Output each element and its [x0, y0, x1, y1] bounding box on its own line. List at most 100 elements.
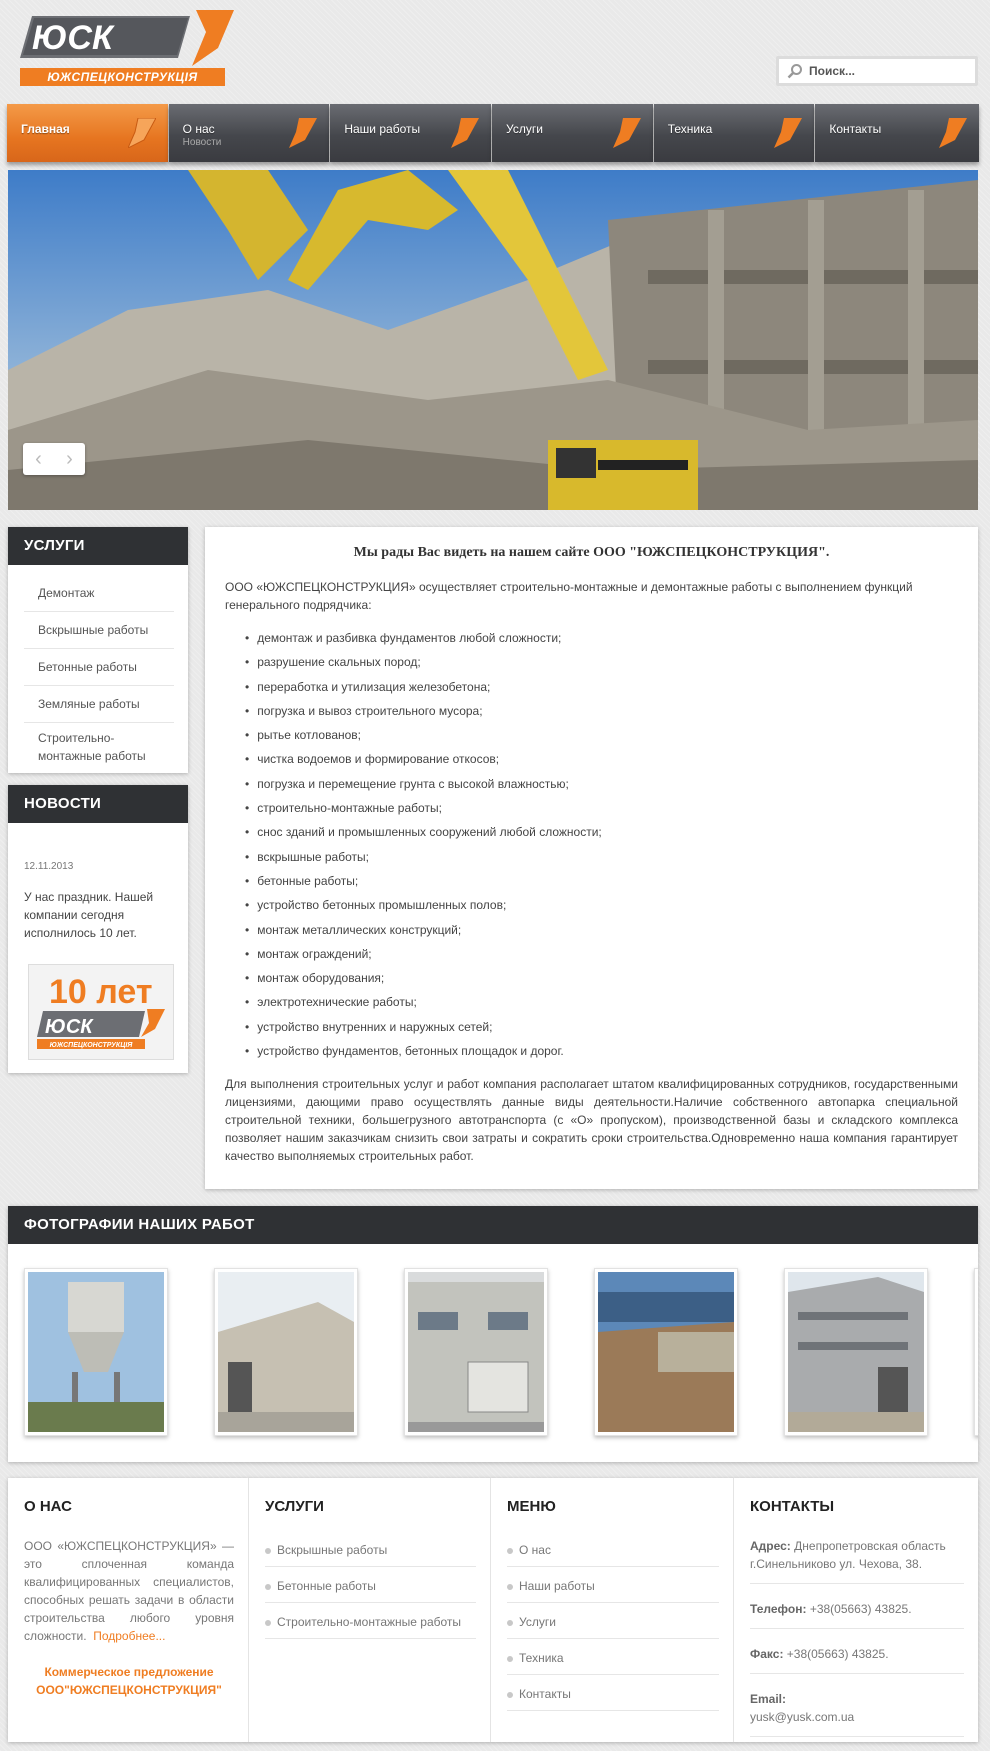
slider-prev-button[interactable]: ‹: [23, 443, 54, 475]
service-bullet-item: рытье котлованов;: [245, 723, 958, 747]
service-bullet-item: устройство фундаментов, бетонных площадо…: [245, 1039, 958, 1063]
footer-services-item[interactable]: Бетонные работы: [265, 1573, 476, 1603]
photo-thumbnail[interactable]: [24, 1268, 168, 1436]
footer-menu-item[interactable]: Техника: [507, 1645, 719, 1675]
site-logo[interactable]: ЮСК ЮЖСПЕЦКОНСТРУКЦІЯ: [20, 8, 240, 88]
footer-menu-item[interactable]: Контакты: [507, 1681, 719, 1711]
anniversary-image[interactable]: 10 лет ЮСК ЮЖСПЕЦКОНСТРУКЦІЯ: [28, 964, 174, 1060]
footer-services: УСЛУГИ Вскрышные работы Бетонные работы …: [249, 1478, 491, 1742]
main-nav: Главная О нас Новости Наши работы Услуги…: [7, 104, 980, 162]
nav-item-equipment[interactable]: Техника: [653, 104, 815, 162]
intro-text: ООО «ЮЖСПЕЦКОНСТРУКЦИЯ» осуществляет стр…: [225, 580, 913, 612]
footer-services-item[interactable]: Строительно-монтажные работы: [265, 1609, 476, 1639]
services-item-construction[interactable]: Строительно-монтажные работы: [24, 723, 174, 774]
services-item-demolition[interactable]: Демонтаж: [24, 575, 174, 612]
photo-thumbnail[interactable]: [214, 1268, 358, 1436]
footer-services-title: УСЛУГИ: [265, 1498, 324, 1515]
contact-fax: Факс: +38(05663) 43825.: [750, 1645, 964, 1674]
services-item-earthworks[interactable]: Земляные работы: [24, 686, 174, 723]
service-bullet-item: монтаж ограждений;: [245, 942, 958, 966]
slider-controls: ‹ ›: [23, 443, 85, 475]
photo-thumbnail[interactable]: [784, 1268, 928, 1436]
nav-label: Техника: [667, 122, 713, 136]
photos-title: ФОТОГРАФИИ НАШИХ РАБОТ: [8, 1206, 978, 1244]
contact-address: Адрес: Днепропетровская область г.Синель…: [750, 1537, 964, 1584]
nav-label: О нас: [182, 122, 215, 136]
nav-item-contacts[interactable]: Контакты: [815, 104, 980, 162]
services-item-stripping[interactable]: Вскрышные работы: [24, 612, 174, 649]
photos-panel: ФОТОГРАФИИ НАШИХ РАБОТ: [8, 1206, 978, 1462]
main-content: Мы рады Вас видеть на нашем сайте ООО "Ю…: [205, 527, 978, 1189]
search-box[interactable]: [776, 56, 978, 86]
footer-menu-title: МЕНЮ: [507, 1498, 556, 1515]
footer-menu-item[interactable]: О нас: [507, 1537, 719, 1567]
news-date: 12.11.2013: [24, 861, 74, 872]
photo-thumbnail[interactable]: [404, 1268, 548, 1436]
contact-phone: Телефон: +38(05663) 43825.: [750, 1600, 964, 1629]
read-more-link[interactable]: Подробнее...: [93, 1629, 165, 1643]
footer-about-paragraph: ООО «ЮЖСПЕЦКОНСТРУКЦИЯ» — это сплоченная…: [24, 1537, 234, 1645]
fax-value: +38(05663) 43825.: [786, 1647, 889, 1661]
photo-image: [408, 1272, 544, 1432]
service-bullet-item: монтаж металлических конструкций;: [245, 918, 958, 942]
slider-next-button[interactable]: ›: [54, 443, 85, 475]
commercial-offer-link[interactable]: Коммерческое предложение ООО"ЮЖСПЕЦКОНСТ…: [24, 1663, 234, 1699]
footer-services-item[interactable]: Вскрышные работы: [265, 1537, 476, 1567]
services-list: Демонтаж Вскрышные работы Бетонные работ…: [8, 565, 188, 774]
service-bullet-item: переработка и утилизация железобетона;: [245, 675, 958, 699]
services-item-concrete[interactable]: Бетонные работы: [24, 649, 174, 686]
service-bullet-item: погрузка и перемещение грунта с высокой …: [245, 772, 958, 796]
photo-thumbnail[interactable]: [974, 1268, 978, 1436]
news-panel: НОВОСТИ 12.11.2013 У нас праздник. Нашей…: [8, 785, 188, 1073]
slash-icon: [451, 118, 480, 148]
email-link[interactable]: yusk@yusk.com.ua: [750, 1710, 854, 1724]
footer-menu-item[interactable]: Наши работы: [507, 1573, 719, 1603]
email-label: Email:: [750, 1692, 787, 1706]
outro-text: Для выполнения строительных услуг и рабо…: [225, 1077, 958, 1164]
logo-mark: ЮСК: [20, 10, 234, 66]
footer-about-text: ООО «ЮЖСПЕЦКОНСТРУКЦИЯ» — это сплоченная…: [24, 1539, 234, 1643]
logo-tagline: ЮЖСПЕЦКОНСТРУКЦІЯ: [20, 68, 225, 86]
slash-icon: [612, 118, 641, 148]
hero-slider[interactable]: [8, 170, 978, 510]
phone-value: +38(05663) 43825.: [809, 1602, 912, 1616]
footer-menu-list: О нас Наши работы Услуги Техника Контакт…: [507, 1537, 719, 1711]
photo-thumbnail[interactable]: [594, 1268, 738, 1436]
nav-item-about[interactable]: О нас Новости: [168, 104, 330, 162]
search-input[interactable]: [809, 64, 959, 78]
footer-menu-item[interactable]: Услуги: [507, 1609, 719, 1639]
nav-item-works[interactable]: Наши работы: [330, 104, 492, 162]
badge-title: 10 лет: [49, 973, 153, 1011]
service-bullet-item: снос зданий и промышленных сооружений лю…: [245, 820, 958, 844]
anniversary-logo: 10 лет ЮСК ЮЖСПЕЦКОНСТРУКЦІЯ: [37, 973, 165, 1049]
nav-label: Услуги: [506, 122, 543, 136]
photo-image: [788, 1272, 924, 1432]
service-bullet-item: монтаж оборудования;: [245, 966, 958, 990]
address-label: Адрес:: [750, 1539, 791, 1553]
footer-menu: МЕНЮ О нас Наши работы Услуги Техника Ко…: [491, 1478, 734, 1742]
service-bullet-item: электротехнические работы;: [245, 990, 958, 1014]
phone-label: Телефон:: [750, 1602, 807, 1616]
footer: О НАС ООО «ЮЖСПЕЦКОНСТРУКЦИЯ» — это спло…: [8, 1478, 978, 1742]
footer-about: О НАС ООО «ЮЖСПЕЦКОНСТРУКЦИЯ» — это спло…: [8, 1478, 249, 1742]
badge-brand: ЮСК: [45, 1016, 94, 1038]
news-text[interactable]: У нас праздник. Нашей компании сегодня и…: [8, 872, 188, 942]
service-bullet-item: чистка водоемов и формирование откосов;: [245, 747, 958, 771]
nav-item-services[interactable]: Услуги: [492, 104, 653, 162]
slash-icon: [774, 118, 803, 148]
service-bullet-item: разрушение скальных пород;: [245, 650, 958, 674]
slider-image: [8, 170, 978, 510]
footer-about-title: О НАС: [24, 1498, 72, 1515]
nav-label: Контакты: [829, 122, 882, 136]
search-icon: [787, 64, 802, 79]
badge-tagline: ЮЖСПЕЦКОНСТРУКЦІЯ: [50, 1042, 134, 1049]
footer-contacts-title: КОНТАКТЫ: [750, 1498, 835, 1515]
service-bullet-item: демонтаж и разбивка фундаментов любой сл…: [245, 626, 958, 650]
slash-icon: [289, 118, 318, 148]
logo-brand: ЮСК: [32, 19, 115, 57]
footer-services-list: Вскрышные работы Бетонные работы Строите…: [265, 1537, 476, 1639]
services-bullet-list: демонтаж и разбивка фундаментов любой сл…: [225, 614, 958, 1075]
photo-strip: [8, 1244, 978, 1436]
nav-item-home[interactable]: Главная: [7, 104, 168, 162]
nav-label: Главная: [21, 122, 70, 136]
